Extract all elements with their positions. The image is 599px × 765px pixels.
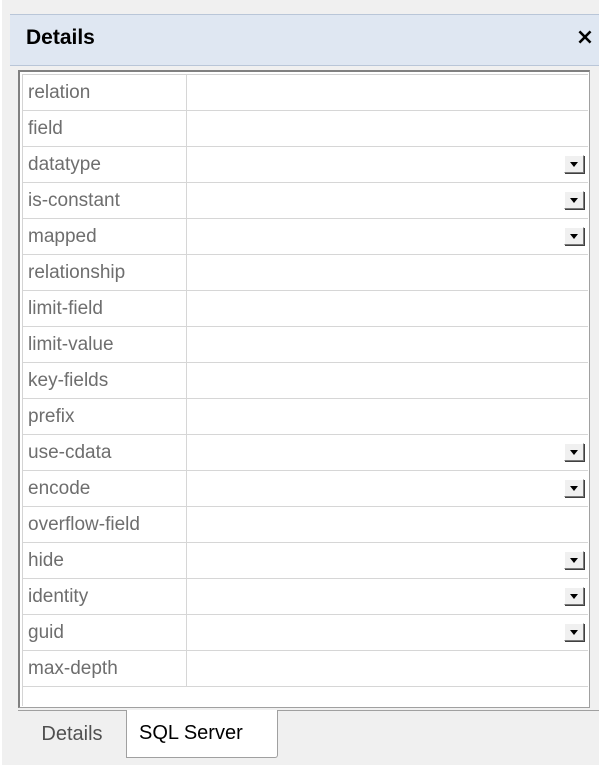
dropdown-button[interactable]: [564, 191, 584, 209]
property-name: prefix: [23, 399, 187, 434]
property-row[interactable]: use-cdata: [23, 435, 588, 471]
property-value-field[interactable]: [187, 579, 588, 614]
dropdown-button[interactable]: [564, 479, 584, 497]
property-value-field[interactable]: [187, 75, 588, 110]
property-row[interactable]: field: [23, 111, 588, 147]
chevron-down-icon: [570, 450, 578, 455]
property-name: relationship: [23, 255, 187, 290]
property-name: identity: [23, 579, 187, 614]
property-value-field[interactable]: [187, 435, 588, 470]
property-name: max-depth: [23, 651, 187, 686]
property-row[interactable]: prefix: [23, 399, 588, 435]
property-row[interactable]: identity: [23, 579, 588, 615]
dropdown-button[interactable]: [564, 227, 584, 245]
property-row[interactable]: max-depth: [23, 651, 588, 687]
property-name: encode: [23, 471, 187, 506]
details-panel: Details × relation field datatype is-consta…: [0, 0, 599, 765]
property-value-field[interactable]: [187, 471, 588, 506]
property-value-field[interactable]: [187, 363, 588, 398]
dropdown-button[interactable]: [564, 551, 584, 569]
tab-details[interactable]: Details: [18, 710, 126, 756]
dropdown-button[interactable]: [564, 155, 584, 173]
chevron-down-icon: [570, 558, 578, 563]
tab-bar: Details SQL Server: [10, 710, 599, 765]
property-value-field[interactable]: [187, 399, 588, 434]
property-name: mapped: [23, 219, 187, 254]
property-name: limit-field: [23, 291, 187, 326]
chevron-down-icon: [570, 234, 578, 239]
empty-row: [23, 687, 588, 707]
property-value-field[interactable]: [187, 327, 588, 362]
dropdown-button[interactable]: [564, 623, 584, 641]
property-value-field[interactable]: [187, 255, 588, 290]
dropdown-button[interactable]: [564, 587, 584, 605]
property-value-field[interactable]: [187, 291, 588, 326]
chevron-down-icon: [570, 630, 578, 635]
property-grid: relation field datatype is-constant mapped re…: [18, 70, 590, 708]
property-row[interactable]: hide: [23, 543, 588, 579]
property-value-field[interactable]: [187, 543, 588, 578]
property-name: datatype: [23, 147, 187, 182]
property-name: overflow-field: [23, 507, 187, 542]
property-row[interactable]: mapped: [23, 219, 588, 255]
property-value-field[interactable]: [187, 651, 588, 686]
property-value-field[interactable]: [187, 615, 588, 650]
close-icon[interactable]: ×: [573, 24, 597, 52]
property-name: is-constant: [23, 183, 187, 218]
property-value-field[interactable]: [187, 507, 588, 542]
property-row[interactable]: relationship: [23, 255, 588, 291]
property-grid-rows: relation field datatype is-constant mapped re…: [22, 74, 588, 706]
property-row[interactable]: limit-value: [23, 327, 588, 363]
property-name: field: [23, 111, 187, 146]
property-value-field[interactable]: [187, 183, 588, 218]
property-name: guid: [23, 615, 187, 650]
dropdown-button[interactable]: [564, 443, 584, 461]
property-value-field[interactable]: [187, 111, 588, 146]
property-name: use-cdata: [23, 435, 187, 470]
panel-title: Details: [26, 26, 95, 49]
property-row[interactable]: limit-field: [23, 291, 588, 327]
chevron-down-icon: [570, 594, 578, 599]
property-name: relation: [23, 75, 187, 110]
property-row[interactable]: relation: [23, 75, 588, 111]
property-row[interactable]: encode: [23, 471, 588, 507]
property-name: key-fields: [23, 363, 187, 398]
property-name: limit-value: [23, 327, 187, 362]
chevron-down-icon: [570, 486, 578, 491]
property-name: hide: [23, 543, 187, 578]
chevron-down-icon: [570, 198, 578, 203]
tab-sql-server[interactable]: SQL Server: [126, 710, 278, 758]
property-row[interactable]: is-constant: [23, 183, 588, 219]
chevron-down-icon: [570, 162, 578, 167]
property-row[interactable]: guid: [23, 615, 588, 651]
property-value-field[interactable]: [187, 219, 588, 254]
property-row[interactable]: overflow-field: [23, 507, 588, 543]
property-row[interactable]: datatype: [23, 147, 588, 183]
property-value-field[interactable]: [187, 147, 588, 182]
panel-titlebar: Details ×: [10, 14, 599, 66]
tab-divider: [278, 710, 599, 711]
property-row[interactable]: key-fields: [23, 363, 588, 399]
